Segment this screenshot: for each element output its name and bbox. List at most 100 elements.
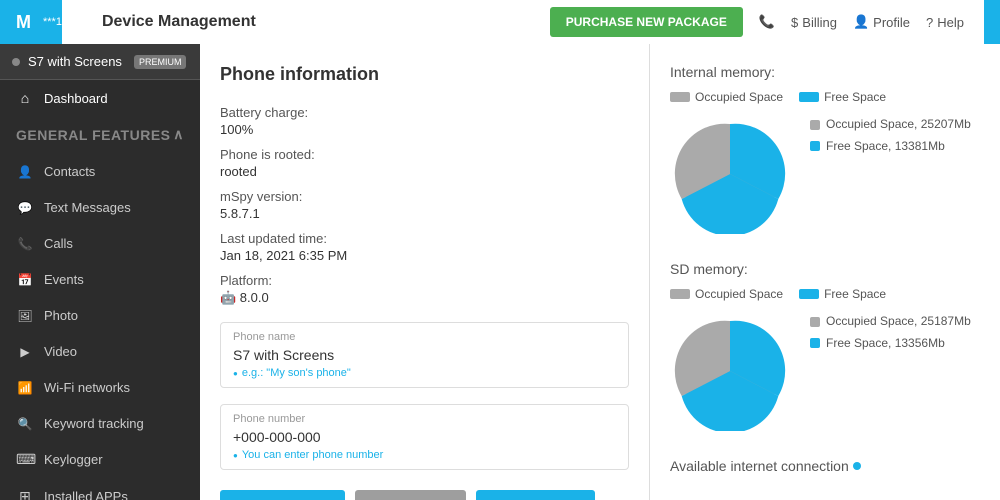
legend-occupied: Occupied Space	[670, 90, 783, 104]
purchase-button[interactable]: PURCHASE NEW PACKAGE	[550, 7, 743, 37]
sd-memory-pie	[670, 311, 790, 434]
sd-free-value: Free Space, 13356Mb	[826, 333, 945, 355]
unlink-device-button[interactable]: UNLINK DEVICE	[220, 490, 345, 500]
sd-occupied-value: Occupied Space, 25187Mb	[826, 311, 971, 333]
help-label: Help	[937, 15, 964, 30]
sidebar-item-label: Contacts	[44, 164, 95, 179]
sd-memory-labels: Occupied Space, 25187Mb Free Space, 1335…	[810, 311, 971, 354]
sidebar-item-wifi[interactable]: Wi-Fi networks	[0, 369, 200, 405]
profile-label: Profile	[873, 15, 910, 30]
free-dot	[810, 141, 820, 151]
sidebar-item-keylogger[interactable]: Keylogger	[0, 441, 200, 478]
sidebar-item-contacts[interactable]: Contacts	[0, 153, 200, 189]
legend-occupied-label: Occupied Space	[695, 90, 783, 104]
sidebar-item-label: Calls	[44, 236, 73, 251]
profile-icon: 👤	[853, 14, 869, 30]
collapse-icon[interactable]: ∧	[173, 126, 184, 143]
free-value: Free Space, 13381Mb	[826, 136, 945, 158]
legend-free-label: Free Space	[824, 90, 886, 104]
legend-color-free	[799, 92, 819, 102]
help-action[interactable]: ? Help	[926, 15, 964, 30]
sd-memory-title: SD memory:	[670, 261, 980, 277]
occupied-value: Occupied Space, 25207Mb	[826, 114, 971, 136]
sidebar-item-label: Text Messages	[44, 200, 131, 215]
sd-free-dot	[810, 338, 820, 348]
sidebar-section-header: GENERAL FEATURES ∧	[0, 116, 200, 153]
keylogger-icon	[16, 451, 34, 468]
sidebar-item-dashboard[interactable]: Dashboard	[0, 80, 200, 116]
internal-memory-title: Internal memory:	[670, 64, 980, 80]
sd-legend-free: Free Space	[799, 287, 886, 301]
device-status-dot	[12, 58, 20, 66]
clear-logs-button[interactable]: CLEAR LOGS	[355, 490, 466, 500]
sd-occupied-label: Occupied Space, 25187Mb	[810, 311, 971, 333]
sidebar-item-installed-apps[interactable]: Installed APPs	[0, 478, 200, 500]
main-content: Phone information Battery charge: 100% P…	[200, 44, 650, 500]
sidebar-item-label: Dashboard	[44, 91, 108, 106]
platform-row: Platform: 🤖 8.0.0	[220, 273, 629, 306]
sidebar-item-label: Keylogger	[44, 452, 103, 467]
phone-info-title: Phone information	[220, 64, 629, 85]
battery-row: Battery charge: 100%	[220, 105, 629, 137]
sd-memory-legend: Occupied Space Free Space	[670, 287, 980, 301]
wifi-icon	[16, 379, 34, 395]
available-connection-label: Available internet connection	[670, 458, 849, 474]
sidebar-item-label: Events	[44, 272, 84, 287]
internal-memory-pie	[670, 114, 790, 237]
sidebar-item-label: Photo	[44, 308, 78, 323]
events-icon	[16, 271, 34, 287]
sidebar-item-label: Installed APPs	[44, 489, 128, 500]
right-panel: Internal memory: Occupied Space Free Spa…	[650, 44, 1000, 500]
apps-icon	[16, 488, 34, 500]
calls-icon	[16, 235, 34, 251]
sd-memory-section: SD memory: Occupied Space Free Space	[670, 261, 980, 434]
billing-action[interactable]: $ Billing	[791, 15, 837, 30]
sd-occupied-dot	[810, 317, 820, 327]
sidebar-item-events[interactable]: Events	[0, 261, 200, 297]
internal-memory-labels: Occupied Space, 25207Mb Free Space, 1338…	[810, 114, 971, 157]
sidebar-device[interactable]: S7 with Screens PREMIUM	[0, 44, 200, 80]
sidebar-item-video[interactable]: Video	[0, 333, 200, 369]
export-logs-button[interactable]: EXPORT LOGS	[476, 490, 595, 500]
page-title: Device Management	[82, 0, 510, 44]
sd-free-label: Free Space, 13356Mb	[810, 333, 971, 355]
section-label: GENERAL FEATURES	[16, 127, 171, 143]
internal-memory-section: Internal memory: Occupied Space Free Spa…	[670, 64, 980, 237]
occupied-dot	[810, 120, 820, 130]
billing-icon: $	[791, 15, 798, 30]
phone-name-input[interactable]: Phone name S7 with Screens e.g.: "My son…	[220, 322, 629, 388]
header-center: Device Management	[62, 0, 530, 44]
internal-free-label: Free Space, 13381Mb	[810, 136, 971, 158]
logo: M	[16, 12, 31, 33]
main-container: S7 with Screens PREMIUM Dashboard GENERA…	[0, 44, 1000, 500]
phone-action[interactable]: 📞	[759, 14, 775, 30]
help-icon: ?	[926, 15, 933, 30]
sidebar-item-keyword-tracking[interactable]: Keyword tracking	[0, 405, 200, 441]
contacts-icon	[16, 163, 34, 179]
premium-badge: PREMIUM	[134, 55, 187, 69]
connection-dot	[853, 462, 861, 470]
internal-memory-legend: Occupied Space Free Space	[670, 90, 980, 104]
phone-number-input[interactable]: Phone number +000-000-000 You can enter …	[220, 404, 629, 470]
messages-icon	[16, 199, 34, 215]
sidebar-item-label: Keyword tracking	[44, 416, 144, 431]
photo-icon	[16, 307, 34, 323]
sd-legend-occupied: Occupied Space	[670, 287, 783, 301]
content-area: Phone information Battery charge: 100% P…	[200, 44, 1000, 500]
sidebar-item-label: Wi-Fi networks	[44, 380, 130, 395]
home-icon	[16, 90, 34, 106]
billing-label: Billing	[802, 15, 837, 30]
legend-color-occupied	[670, 92, 690, 102]
internal-memory-chart: Occupied Space, 25207Mb Free Space, 1338…	[670, 114, 980, 237]
profile-action[interactable]: 👤 Profile	[853, 14, 910, 30]
sd-memory-chart: Occupied Space, 25187Mb Free Space, 1335…	[670, 311, 980, 434]
sidebar-item-text-messages[interactable]: Text Messages	[0, 189, 200, 225]
phone-icon: 📞	[759, 14, 775, 30]
device-name: S7 with Screens	[28, 54, 122, 69]
mspy-version-row: mSpy version: 5.8.7.1	[220, 189, 629, 221]
last-updated-row: Last updated time: Jan 18, 2021 6:35 PM	[220, 231, 629, 263]
keyword-icon	[16, 415, 34, 431]
sidebar-item-calls[interactable]: Calls	[0, 225, 200, 261]
top-header: M ***1 Device Management PURCHASE NEW PA…	[0, 0, 1000, 44]
sidebar-item-photo[interactable]: Photo	[0, 297, 200, 333]
